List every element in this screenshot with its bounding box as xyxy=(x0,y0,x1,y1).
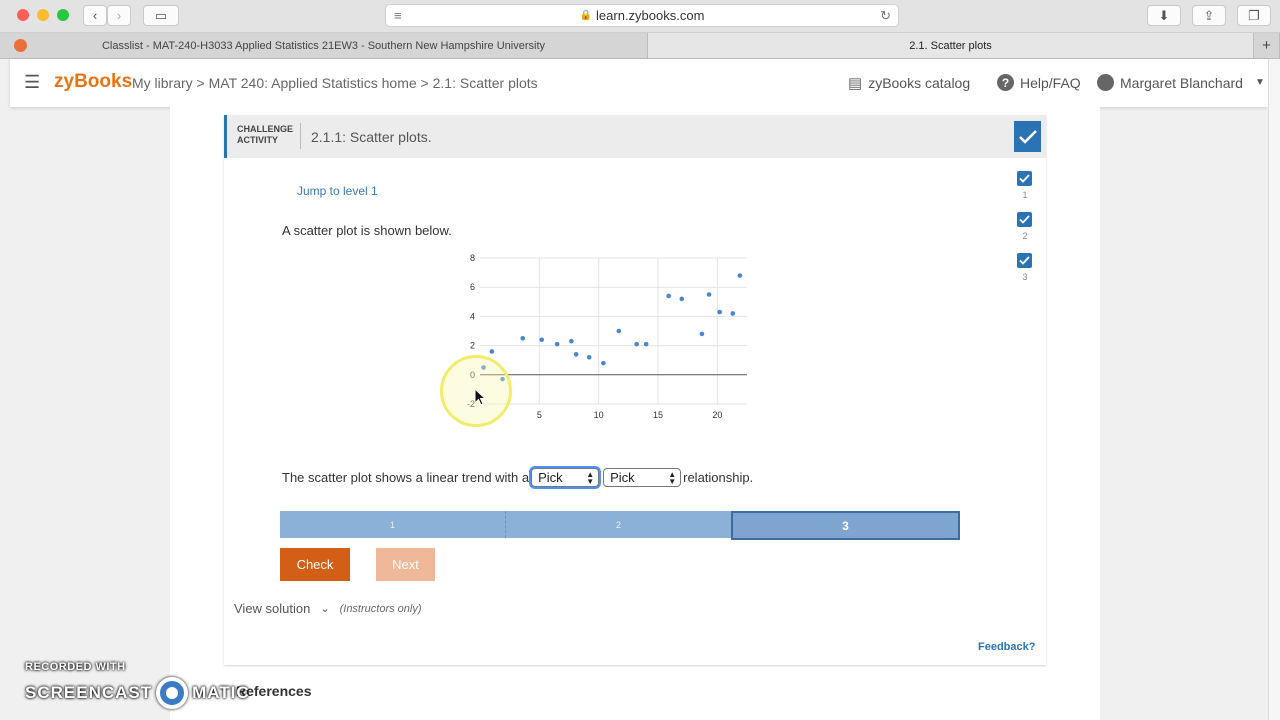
tab-classlist[interactable]: Classlist - MAT-240-H3033 Applied Statis… xyxy=(0,33,648,58)
share-button[interactable]: ⇪ xyxy=(1192,5,1226,26)
close-window-button[interactable] xyxy=(17,9,29,21)
checkbox-checked-icon xyxy=(1017,212,1032,227)
data-point xyxy=(569,338,574,344)
tabs-overview-button[interactable]: ❐ xyxy=(1237,5,1271,26)
book-icon: ▤ xyxy=(848,75,863,92)
trend-select-1[interactable]: Pick ▲ ▼ xyxy=(531,468,600,487)
sidebar-icon: ▭ xyxy=(154,7,168,23)
screencast-logo-icon xyxy=(156,677,189,709)
page-scrollbar[interactable] xyxy=(1268,59,1280,720)
level-3-indicator[interactable]: 3 xyxy=(1017,253,1033,282)
back-button[interactable]: ‹ xyxy=(83,5,107,26)
caret-down-icon: ▼ xyxy=(1254,77,1265,88)
data-point xyxy=(699,331,705,337)
x-tick-label: 10 xyxy=(594,410,604,420)
level-1-indicator[interactable]: 1 xyxy=(1017,171,1033,200)
new-tab-button[interactable]: + xyxy=(1254,33,1280,58)
zoom-window-button[interactable] xyxy=(57,9,69,21)
data-point xyxy=(643,341,649,347)
data-point xyxy=(730,311,736,316)
answer-sentence: The scatter plot shows a linear trend wi… xyxy=(282,468,754,487)
data-point xyxy=(634,341,639,347)
data-point xyxy=(737,273,743,278)
level-progress-bar: 1 2 3 xyxy=(280,511,960,540)
data-point xyxy=(489,349,495,354)
x-tick-label: 20 xyxy=(712,410,722,420)
select-arrows-icon: ▲ ▼ xyxy=(586,469,595,486)
screencast-watermark: RECORDED WITH SCREENCAST MATIC xyxy=(25,661,250,709)
zybooks-logo[interactable]: zyBooks xyxy=(54,71,132,93)
downloads-button[interactable]: ⬇ xyxy=(1147,5,1181,26)
data-point xyxy=(616,328,622,334)
progress-segment-1[interactable]: 1 xyxy=(280,511,506,538)
lock-icon: 🔒 xyxy=(579,10,593,21)
tabs-icon: ❐ xyxy=(1248,7,1260,23)
chevron-down-icon: ⌄ xyxy=(320,603,330,615)
y-tick-label: 2 xyxy=(470,341,475,351)
jump-to-level-link[interactable]: Jump to level 1 xyxy=(297,184,378,198)
data-point xyxy=(573,352,579,357)
x-tick-label: 5 xyxy=(537,410,542,420)
mouse-cursor-icon xyxy=(474,388,486,406)
checkbox-checked-icon xyxy=(1017,171,1032,186)
hamburger-menu-icon[interactable]: ☰ xyxy=(24,72,40,93)
question-prompt: A scatter plot is shown below. xyxy=(282,223,452,238)
check-button[interactable]: Check xyxy=(280,548,350,581)
sidebar-toggle-button[interactable]: ▭ xyxy=(143,5,179,26)
help-link[interactable]: ? Help/FAQ xyxy=(997,74,1081,91)
forward-button[interactable]: › xyxy=(107,5,131,26)
minimize-window-button[interactable] xyxy=(37,9,49,21)
help-icon: ? xyxy=(997,74,1014,91)
y-tick-label: 6 xyxy=(470,282,475,292)
catalog-link[interactable]: ▤ zyBooks catalog xyxy=(848,74,970,92)
user-avatar-icon xyxy=(1097,74,1114,91)
select-arrows-icon: ▲ ▼ xyxy=(668,469,677,486)
feedback-link[interactable]: Feedback? xyxy=(978,641,1035,653)
completion-badge xyxy=(1014,121,1041,152)
activity-title: 2.1.1: Scatter plots. xyxy=(311,129,432,145)
url-text: learn.zybooks.com xyxy=(596,8,705,23)
zybooks-header: ☰ zyBooks My library > MAT 240: Applied … xyxy=(10,59,1268,107)
download-icon: ⬇ xyxy=(1158,7,1170,23)
y-tick-label: 8 xyxy=(470,253,475,263)
x-tick-label: 15 xyxy=(653,410,663,420)
tab-scatter-plots[interactable]: 2.1. Scatter plots xyxy=(648,33,1254,58)
view-solution-toggle[interactable]: View solution ⌄ (Instructors only) xyxy=(234,601,422,616)
data-point xyxy=(717,309,723,315)
next-button[interactable]: Next xyxy=(376,548,435,581)
chevron-right-icon: › xyxy=(116,8,122,23)
challenge-activity: CHALLENGE ACTIVITY 2.1.1: Scatter plots.… xyxy=(224,115,1046,665)
data-point xyxy=(706,292,712,297)
data-point xyxy=(554,341,560,347)
progress-segment-3[interactable]: 3 xyxy=(731,511,960,540)
share-icon: ⇪ xyxy=(1203,7,1215,23)
trend-select-2[interactable]: Pick ▲ ▼ xyxy=(603,468,682,487)
data-point xyxy=(679,296,685,302)
browser-toolbar: ‹ › ▭ ≡ 🔒 learn.zybooks.com ↻ ⬇ ⇪ ❐ xyxy=(0,0,1280,33)
data-point xyxy=(520,336,526,341)
data-point xyxy=(586,354,592,360)
activity-kicker: CHALLENGE ACTIVITY xyxy=(237,124,293,145)
checkmark-icon xyxy=(1018,129,1037,144)
favicon-icon xyxy=(14,39,27,52)
data-point xyxy=(539,337,545,343)
y-tick-label: 4 xyxy=(470,311,475,321)
checkbox-checked-icon xyxy=(1017,253,1032,268)
reload-icon[interactable]: ↻ xyxy=(880,8,891,24)
plus-icon: + xyxy=(1262,37,1271,54)
level-2-indicator[interactable]: 2 xyxy=(1017,212,1033,241)
header-divider xyxy=(300,123,301,149)
reader-icon: ≡ xyxy=(394,8,402,23)
user-menu[interactable]: Margaret Blanchard ▼ xyxy=(1097,74,1265,91)
data-point xyxy=(666,293,671,299)
tab-bar: Classlist - MAT-240-H3033 Applied Statis… xyxy=(0,33,1280,59)
activity-header: CHALLENGE ACTIVITY 2.1.1: Scatter plots. xyxy=(224,115,1046,158)
chevron-left-icon: ‹ xyxy=(92,8,98,23)
data-point xyxy=(601,360,606,366)
address-bar[interactable]: ≡ 🔒 learn.zybooks.com ↻ xyxy=(385,4,899,27)
breadcrumb[interactable]: My library > MAT 240: Applied Statistics… xyxy=(132,75,538,91)
progress-segment-2[interactable]: 2 xyxy=(506,511,731,538)
